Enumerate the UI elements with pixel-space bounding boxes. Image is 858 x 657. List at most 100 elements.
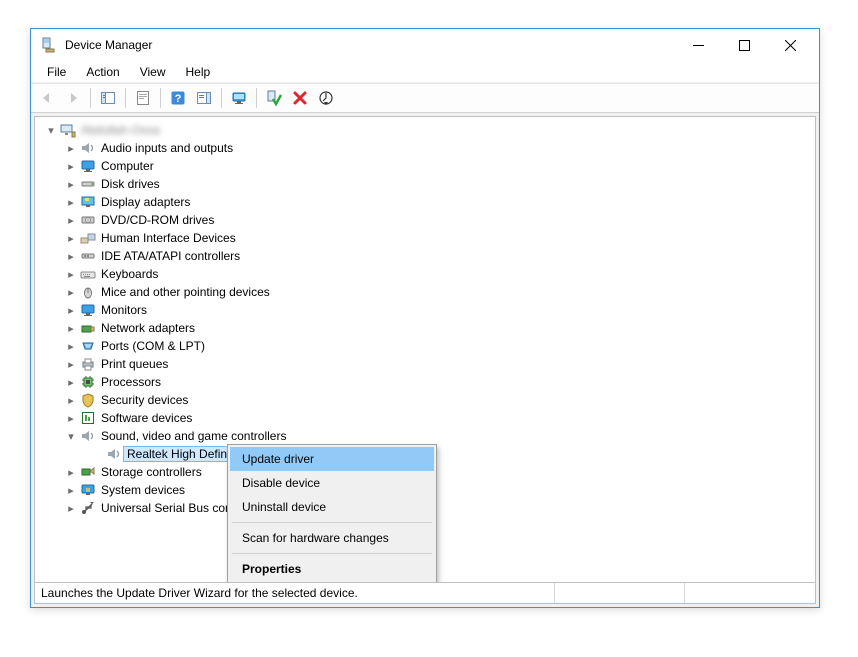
menu-file[interactable]: File [37,63,76,81]
tree-label: Mice and other pointing devices [97,285,274,299]
printer-icon [79,356,97,372]
tree-node-computer[interactable]: ▸ Computer [37,157,815,175]
content-wrap: ▾ Abdullah-Ossa ▸ Audio inputs and outpu… [31,113,819,607]
chevron-right-icon[interactable]: ▸ [63,340,79,353]
speaker-icon [79,140,97,156]
menubar: File Action View Help [31,61,819,83]
chevron-right-icon[interactable]: ▸ [63,502,79,515]
tree-node-network[interactable]: ▸ Network adapters [37,319,815,337]
port-icon [79,338,97,354]
tree-node-security[interactable]: ▸ Security devices [37,391,815,409]
ctx-uninstall-device[interactable]: Uninstall device [230,495,434,519]
chevron-right-icon[interactable]: ▸ [63,142,79,155]
chevron-right-icon[interactable]: ▸ [63,196,79,209]
menu-help[interactable]: Help [176,63,221,81]
hid-icon [79,230,97,246]
tree-node-monitors[interactable]: ▸ Monitors [37,301,815,319]
tree-root-node[interactable]: ▾ Abdullah-Ossa [37,121,815,139]
chevron-right-icon[interactable]: ▸ [63,160,79,173]
chevron-right-icon[interactable]: ▸ [63,232,79,245]
chevron-right-icon[interactable]: ▸ [63,394,79,407]
tree-node-hid[interactable]: ▸ Human Interface Devices [37,229,815,247]
tree-node-keyboards[interactable]: ▸ Keyboards [37,265,815,283]
statusbar: Launches the Update Driver Wizard for th… [34,583,816,604]
chevron-right-icon[interactable]: ▸ [63,484,79,497]
tree-label: Security devices [97,393,192,407]
dvd-drive-icon [79,212,97,228]
chevron-right-icon[interactable]: ▸ [63,358,79,371]
chevron-right-icon[interactable]: ▸ [63,268,79,281]
tree-node-display[interactable]: ▸ Display adapters [37,193,815,211]
tree-label: Abdullah-Ossa [77,123,164,137]
app-icon [41,37,57,53]
ctx-properties[interactable]: Properties [230,557,434,581]
chevron-right-icon[interactable]: ▸ [63,304,79,317]
menu-action[interactable]: Action [76,63,129,81]
tree-label: Display adapters [97,195,194,209]
tree-node-ide[interactable]: ▸ IDE ATA/ATAPI controllers [37,247,815,265]
toolbar-separator [160,88,161,108]
toolbar-separator [256,88,257,108]
tree-node-dvd[interactable]: ▸ DVD/CD-ROM drives [37,211,815,229]
speaker-icon [79,428,97,444]
chevron-right-icon[interactable]: ▸ [63,286,79,299]
tree-node-disk[interactable]: ▸ Disk drives [37,175,815,193]
tree-node-audio[interactable]: ▸ Audio inputs and outputs [37,139,815,157]
tree-node-processors[interactable]: ▸ Processors [37,373,815,391]
chevron-down-icon[interactable]: ▾ [43,124,59,137]
ctx-update-driver[interactable]: Update driver [230,447,434,471]
ctx-disable-device[interactable]: Disable device [230,471,434,495]
chevron-right-icon[interactable]: ▸ [63,412,79,425]
update-driver-button[interactable] [227,86,251,110]
tree-node-sound[interactable]: ▾ Sound, video and game controllers [37,427,815,445]
ctx-scan-hardware[interactable]: Scan for hardware changes [230,526,434,550]
context-menu-separator [232,522,432,523]
storage-controller-icon [79,464,97,480]
chevron-down-icon[interactable]: ▾ [63,430,79,443]
tree-node-print[interactable]: ▸ Print queues [37,355,815,373]
minimize-button[interactable] [675,30,721,60]
svg-text:?: ? [175,93,182,105]
scan-hardware-button[interactable] [314,86,338,110]
chevron-right-icon[interactable]: ▸ [63,466,79,479]
toolbar-separator [125,88,126,108]
tree-label: Audio inputs and outputs [97,141,237,155]
software-device-icon [79,410,97,426]
tree-label: Sound, video and game controllers [97,429,290,443]
monitor-icon [79,158,97,174]
toolbar-separator [221,88,222,108]
enable-device-button[interactable] [262,86,286,110]
properties-button[interactable] [131,86,155,110]
chevron-right-icon[interactable]: ▸ [63,376,79,389]
tree-label: Storage controllers [97,465,206,479]
cpu-icon [79,374,97,390]
tree-node-mice[interactable]: ▸ Mice and other pointing devices [37,283,815,301]
show-hide-tree-button[interactable] [96,86,120,110]
ide-controller-icon [79,248,97,264]
tree-node-software[interactable]: ▸ Software devices [37,409,815,427]
shield-icon [79,392,97,408]
chevron-right-icon[interactable]: ▸ [63,178,79,191]
system-device-icon [79,482,97,498]
device-tree[interactable]: ▾ Abdullah-Ossa ▸ Audio inputs and outpu… [34,116,816,583]
speaker-icon [105,446,123,462]
window-title: Device Manager [65,38,152,52]
tree-node-ports[interactable]: ▸ Ports (COM & LPT) [37,337,815,355]
tree-label: Keyboards [97,267,162,281]
toolbar-separator [90,88,91,108]
mouse-icon [79,284,97,300]
maximize-button[interactable] [721,30,767,60]
titlebar: Device Manager [31,29,819,61]
forward-button[interactable] [61,86,85,110]
close-button[interactable] [767,30,813,60]
chevron-right-icon[interactable]: ▸ [63,250,79,263]
action-pane-button[interactable] [192,86,216,110]
menu-view[interactable]: View [130,63,176,81]
chevron-right-icon[interactable]: ▸ [63,214,79,227]
help-button[interactable]: ? [166,86,190,110]
tree-label: Disk drives [97,177,164,191]
back-button[interactable] [35,86,59,110]
tree-label: Processors [97,375,165,389]
chevron-right-icon[interactable]: ▸ [63,322,79,335]
uninstall-device-button[interactable] [288,86,312,110]
